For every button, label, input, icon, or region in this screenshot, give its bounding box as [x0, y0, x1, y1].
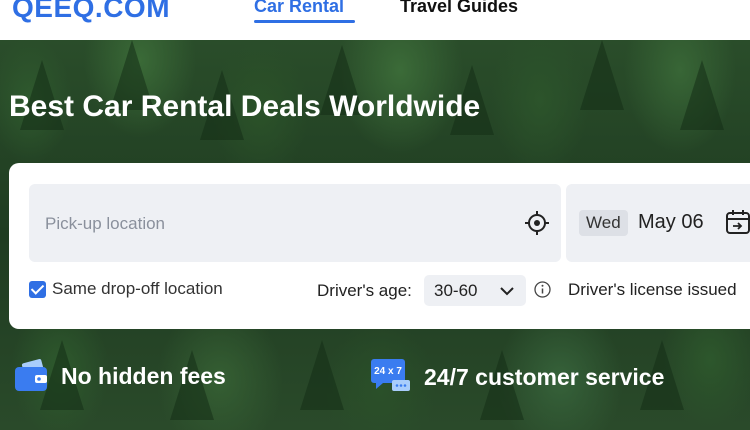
driver-age-label: Driver's age:: [317, 281, 412, 300]
crosshair-icon[interactable]: [525, 211, 549, 235]
support-badge-text: 24 x 7: [374, 366, 402, 377]
same-dropoff-label: Same drop-off location: [52, 279, 223, 298]
calendar-icon: [726, 210, 750, 234]
nav-active-underline: [254, 20, 355, 23]
chevron-down-icon: [500, 287, 514, 296]
license-issued-label: Driver's license issued: [568, 280, 737, 299]
feature-label: 24/7 customer service: [424, 363, 665, 390]
pickup-location-input[interactable]: Pick-up location: [29, 184, 561, 262]
hero-title: Best Car Rental Deals Worldwide: [9, 90, 481, 123]
driver-age-value: 30-60: [434, 281, 478, 300]
checkbox-checked-icon[interactable]: [29, 280, 46, 298]
pickup-date-field[interactable]: Wed May 06: [566, 184, 750, 262]
tree-decoration: [580, 40, 624, 110]
info-icon[interactable]: [534, 281, 551, 298]
feature-no-hidden-fees: No hidden fees: [13, 358, 226, 394]
tree-decoration: [680, 60, 724, 130]
feature-label: No hidden fees: [61, 362, 226, 389]
driver-age-select[interactable]: 30-60: [424, 275, 526, 306]
tree-decoration: [300, 340, 344, 410]
nav-car-rental[interactable]: Car Rental: [254, 0, 344, 17]
feature-customer-service: 24 x 7 24/7 customer service: [370, 358, 664, 396]
site-logo[interactable]: QEEQ.COM: [12, 0, 170, 24]
search-card: Pick-up location Wed May 06 Same drop-of…: [9, 163, 750, 329]
support-24x7-icon: 24 x 7: [371, 359, 410, 391]
weekday-badge: Wed: [579, 210, 628, 236]
nav-travel-guides[interactable]: Travel Guides: [400, 0, 518, 17]
pickup-placeholder: Pick-up location: [45, 214, 166, 233]
pickup-date-value: May 06: [638, 211, 704, 233]
wallet-icon: [15, 359, 47, 391]
site-header: QEEQ.COM Car Rental Travel Guides: [0, 0, 750, 40]
same-dropoff-checkbox[interactable]: Same drop-off location: [29, 279, 223, 299]
